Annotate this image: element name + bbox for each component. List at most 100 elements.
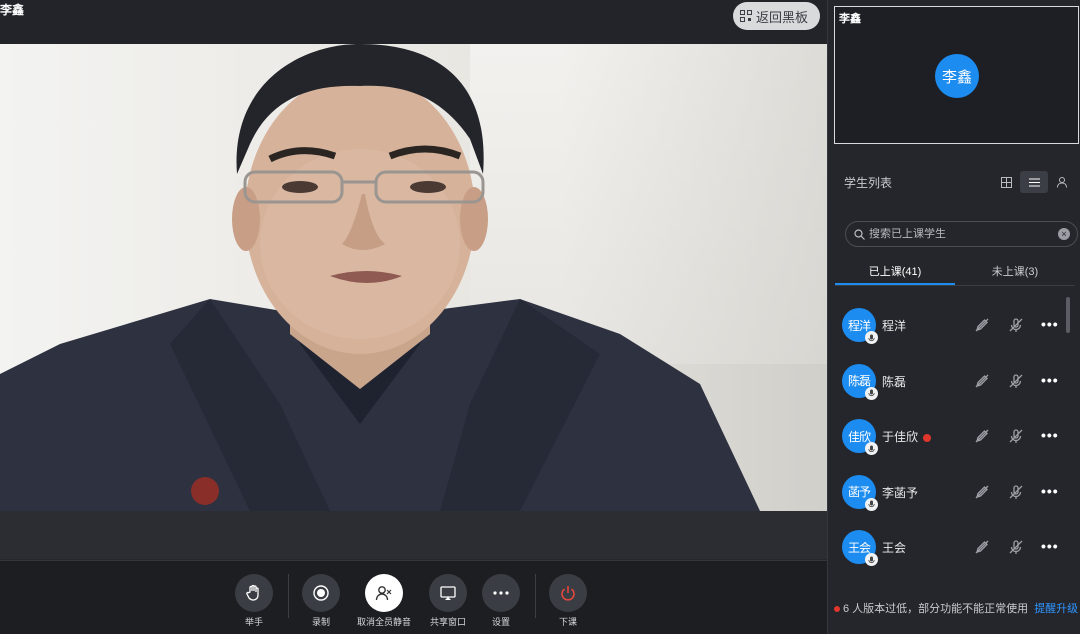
student-avatar-text: 程洋 bbox=[847, 318, 871, 333]
student-name: 程洋 bbox=[882, 317, 906, 334]
attendance-tabs: 已上课(41) 未上课(3) bbox=[835, 256, 1075, 286]
student-name-text: 陈磊 bbox=[882, 374, 907, 389]
mic-status-icon bbox=[865, 553, 878, 566]
back-to-board-button[interactable]: 返回黑板 bbox=[733, 2, 820, 30]
list-icon bbox=[1028, 178, 1040, 186]
mic-off-icon[interactable] bbox=[1008, 539, 1024, 560]
end-class-label: 下课 bbox=[558, 617, 577, 627]
student-more-button[interactable]: ••• bbox=[1041, 372, 1059, 388]
student-name: 李菡予 bbox=[882, 484, 918, 501]
tab-not-joined[interactable]: 未上课(3) bbox=[955, 256, 1075, 285]
student-avatar-text: 陈磊 bbox=[847, 374, 871, 388]
student-name-text: 王会 bbox=[882, 541, 907, 555]
student-row[interactable]: 菡予 李菡予 ••• bbox=[828, 464, 1073, 520]
draw-permission-off-icon[interactable] bbox=[974, 373, 990, 394]
student-list: 程洋 程洋 ••• 陈磊 陈磊 ••• 佳欣 于佳欣 ••• 菡予 李菡予 ••• 王会 王会 ••• bbox=[828, 297, 1073, 575]
record-label: 录制 bbox=[311, 617, 330, 627]
student-more-button[interactable]: ••• bbox=[1041, 427, 1059, 443]
student-avatar-text: 王会 bbox=[847, 540, 871, 555]
student-avatar-text: 佳欣 bbox=[847, 429, 871, 444]
record-button[interactable]: 录制 bbox=[294, 574, 348, 628]
view-switch bbox=[992, 171, 1076, 193]
record-icon bbox=[302, 574, 340, 612]
mic-off-icon[interactable] bbox=[1008, 428, 1024, 449]
user-icon bbox=[1057, 177, 1067, 188]
draw-permission-off-icon[interactable] bbox=[974, 428, 990, 449]
draw-permission-off-icon[interactable] bbox=[974, 539, 990, 560]
version-warning: 6 人版本过低，部分功能不能正常使用 提醒升级 bbox=[834, 600, 1078, 616]
share-window-button[interactable]: 共享窗口 bbox=[421, 574, 475, 628]
more-dots-icon bbox=[482, 574, 520, 612]
mic-off-icon[interactable] bbox=[1008, 373, 1024, 394]
grid-icon bbox=[1000, 176, 1012, 188]
student-list-scrollbar[interactable] bbox=[1066, 297, 1070, 333]
student-avatar: 菡予 bbox=[842, 474, 878, 511]
unmute-all-button[interactable]: 取消全员静音 bbox=[357, 574, 411, 628]
settings-label: 设置 bbox=[491, 617, 510, 627]
student-more-button[interactable]: ••• bbox=[1041, 538, 1059, 554]
student-avatar: 陈磊 bbox=[842, 363, 878, 400]
student-search: × bbox=[845, 221, 1078, 247]
student-row[interactable]: 陈磊 陈磊 ••• bbox=[828, 353, 1073, 409]
classroom-app: 李鑫 返回黑板 举手 录制 取消全员静音 共享窗口 设置 下课 李鑫 李鑫 学生… bbox=[0, 0, 1080, 634]
student-name: 王会 bbox=[882, 539, 906, 556]
student-list-title: 学生列表 bbox=[844, 176, 893, 190]
mic-status-icon bbox=[865, 331, 878, 344]
student-row[interactable]: 程洋 程洋 ••• bbox=[828, 297, 1073, 353]
main-stage: 李鑫 返回黑板 举手 录制 取消全员静音 共享窗口 设置 下课 bbox=[0, 0, 827, 634]
student-more-button[interactable]: ••• bbox=[1041, 483, 1059, 499]
unmute-all-icon bbox=[365, 574, 403, 612]
stage-topbar: 李鑫 返回黑板 bbox=[0, 0, 827, 44]
student-name: 于佳欣 bbox=[882, 428, 932, 445]
draw-permission-off-icon[interactable] bbox=[974, 317, 990, 338]
back-to-board-label: 返回黑板 bbox=[756, 9, 809, 25]
student-avatar: 程洋 bbox=[842, 308, 878, 344]
presenter-name: 李鑫 bbox=[0, 3, 25, 17]
teacher-video bbox=[0, 44, 827, 511]
board-icon bbox=[740, 10, 752, 22]
unmute-all-label: 取消全员静音 bbox=[357, 617, 412, 627]
mic-status-icon bbox=[865, 497, 878, 511]
student-name: 陈磊 bbox=[882, 373, 906, 390]
student-side-panel: 李鑫 李鑫 学生列表 × 已上课(41) 未上课(3) 程洋程洋 ••• 陈磊陈磊 •… bbox=[827, 0, 1080, 634]
mic-off-icon[interactable] bbox=[1008, 317, 1024, 338]
student-search-input[interactable] bbox=[869, 228, 1039, 240]
self-name: 李鑫 bbox=[839, 13, 861, 25]
warning-dot-icon bbox=[834, 606, 840, 613]
settings-button[interactable]: 设置 bbox=[474, 574, 528, 628]
self-avatar: 李鑫 bbox=[935, 54, 979, 98]
student-name-text: 程洋 bbox=[882, 319, 907, 333]
student-avatar: 王会 bbox=[842, 530, 878, 566]
power-icon bbox=[549, 574, 587, 612]
share-window-label: 共享窗口 bbox=[429, 617, 466, 627]
version-warning-text: 6 人版本过低，部分功能不能正常使用 bbox=[843, 603, 1029, 615]
list-view-button[interactable] bbox=[1020, 171, 1048, 193]
clear-search-icon[interactable]: × bbox=[1058, 228, 1070, 240]
student-avatar-text: 菡予 bbox=[847, 485, 871, 499]
screen-share-icon bbox=[429, 574, 467, 612]
tab-joined[interactable]: 已上课(41) bbox=[835, 256, 955, 285]
remind-upgrade-link[interactable]: 提醒升级 bbox=[1034, 603, 1078, 615]
end-class-button[interactable]: 下课 bbox=[541, 574, 595, 628]
warning-icon bbox=[923, 433, 932, 442]
search-icon bbox=[854, 228, 865, 240]
draw-permission-off-icon[interactable] bbox=[974, 484, 990, 505]
video-person-figure bbox=[0, 44, 760, 511]
student-name-text: 李菡予 bbox=[882, 485, 919, 500]
mic-status-icon bbox=[865, 442, 878, 455]
classroom-toolbar: 举手 录制 取消全员静音 共享窗口 设置 下课 bbox=[0, 560, 827, 634]
hand-icon bbox=[235, 574, 273, 612]
grid-view-button[interactable] bbox=[992, 171, 1020, 193]
self-video-tile[interactable]: 李鑫 李鑫 bbox=[834, 6, 1079, 144]
student-more-button[interactable]: ••• bbox=[1041, 316, 1059, 332]
mic-off-icon[interactable] bbox=[1008, 484, 1024, 505]
raise-hand-button[interactable]: 举手 bbox=[227, 574, 281, 628]
video-bottom-strip bbox=[0, 511, 827, 559]
raise-hand-label: 举手 bbox=[244, 617, 263, 627]
student-name-text: 于佳欣 bbox=[882, 430, 919, 444]
member-view-button[interactable] bbox=[1048, 171, 1076, 193]
student-avatar: 佳欣 bbox=[842, 419, 878, 455]
student-row[interactable]: 佳欣 于佳欣 ••• bbox=[828, 408, 1073, 464]
student-row[interactable]: 王会 王会 ••• bbox=[828, 519, 1073, 575]
mic-status-icon bbox=[865, 386, 878, 400]
